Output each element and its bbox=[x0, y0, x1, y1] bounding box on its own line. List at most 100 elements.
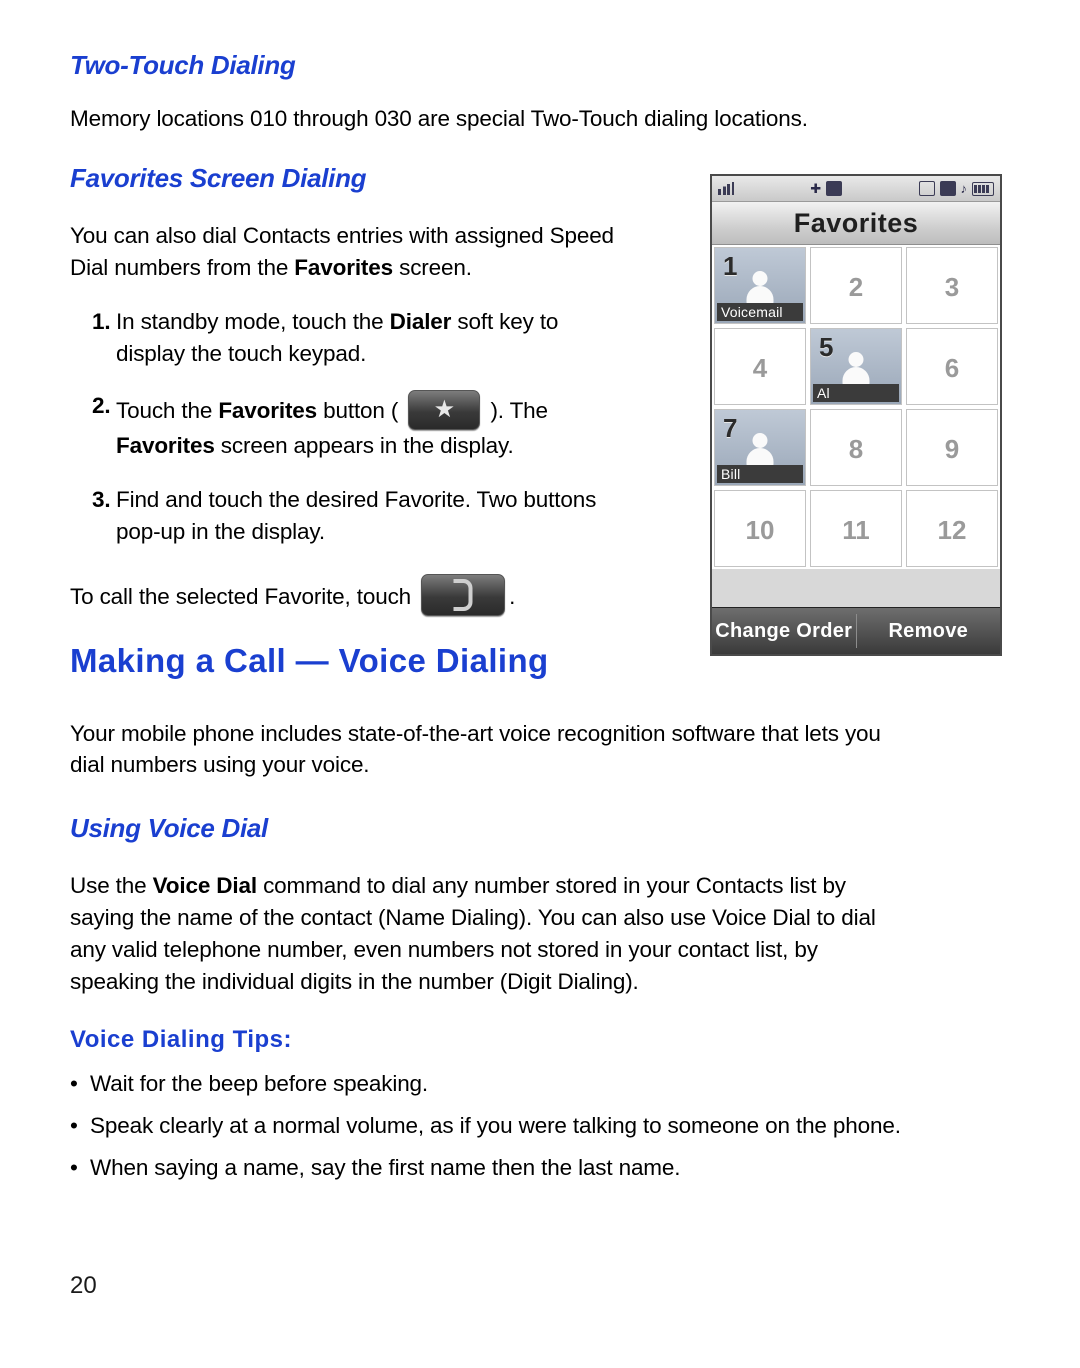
favorite-cell-3[interactable]: 3 bbox=[906, 247, 998, 324]
favorite-cell-9[interactable]: 9 bbox=[906, 409, 998, 486]
favorite-cell-8[interactable]: 8 bbox=[810, 409, 902, 486]
bullet-icon: • bbox=[70, 1155, 78, 1180]
gps-icon: ✚ bbox=[810, 181, 822, 196]
using-voice-line1-pre: Use the bbox=[70, 873, 153, 899]
favorite-cell-4[interactable]: 4 bbox=[714, 328, 806, 405]
tip-2-text: Speak clearly at a normal volume, as if … bbox=[90, 1113, 901, 1139]
list-item-step-3: 3. Find and touch the desired Favorite. … bbox=[70, 484, 690, 548]
favorites-body-line1-text: You can also dial Contacts entries with … bbox=[70, 222, 614, 248]
status-right-group: ♪ bbox=[918, 181, 994, 196]
battery-icon bbox=[972, 181, 994, 196]
step-2-mid: button ( bbox=[317, 397, 405, 423]
signal-bars-icon bbox=[718, 182, 734, 195]
page-number: 20 bbox=[70, 1272, 97, 1299]
favorites-body-line2-bold: Favorites bbox=[294, 254, 393, 280]
favorite-cell-6[interactable]: 6 bbox=[906, 328, 998, 405]
favorite-cell-1-number: 1 bbox=[723, 251, 738, 281]
favorites-grid: 1 Voicemail 2 3 4 5 Al 6 7 Bill 8 9 10 1… bbox=[712, 245, 1000, 569]
favorite-cell-3-number: 3 bbox=[944, 272, 960, 302]
alarm-icon bbox=[939, 181, 956, 196]
favorite-cell-5-label: Al bbox=[813, 384, 899, 402]
phone-softkey-bar: Change Order Remove bbox=[712, 607, 1000, 654]
using-voice-line4: speaking the individual digits in the nu… bbox=[70, 969, 639, 995]
step-1-number: 1. bbox=[92, 308, 111, 334]
favorite-cell-11-number: 11 bbox=[842, 515, 870, 545]
paragraph-using-voice-dial: Use the Voice Dial command to dial any n… bbox=[70, 870, 1010, 998]
using-voice-line3: any valid telephone number, even numbers… bbox=[70, 937, 818, 963]
favorite-cell-7-number: 7 bbox=[723, 413, 738, 443]
contact-avatar-icon bbox=[745, 433, 775, 467]
document-page: Two-Touch Dialing Memory locations 010 t… bbox=[0, 0, 1080, 1368]
status-left-group bbox=[718, 182, 734, 195]
step-2-line2-bold: Favorites bbox=[116, 432, 215, 458]
favorite-cell-7-label: Bill bbox=[717, 465, 803, 483]
phone-handset-icon bbox=[453, 578, 473, 611]
favorite-cell-10-number: 10 bbox=[745, 515, 775, 545]
favorite-cell-1-label: Voicemail bbox=[717, 303, 803, 321]
star-icon: ★ bbox=[433, 395, 456, 423]
list-item-step-1: 1. In standby mode, touch the Dialer sof… bbox=[70, 306, 690, 370]
using-voice-line2: saying the name of the contact (Name Dia… bbox=[70, 905, 876, 931]
heading-voice-dialing-tips: Voice Dialing Tips: bbox=[70, 1026, 292, 1054]
step-3-text: Find and touch the desired Favorite. Two… bbox=[116, 484, 690, 548]
step-3-line2: pop-up in the display. bbox=[116, 518, 325, 544]
paragraph-favorites-body-line2: Dial numbers from the Favorites screen. bbox=[70, 252, 690, 284]
step-2-number: 2. bbox=[92, 392, 111, 418]
list-item-tip-3: • When saying a name, say the first name… bbox=[70, 1152, 1010, 1184]
step-2-text: Touch the Favorites button ( ★ ). The Fa… bbox=[116, 389, 690, 462]
phone-status-bar: ✚ ♪ bbox=[712, 176, 1000, 202]
softkey-change-order[interactable]: Change Order bbox=[712, 620, 856, 643]
chapter-body-line2: dial numbers using your voice. bbox=[70, 752, 370, 778]
message-icon bbox=[918, 181, 935, 196]
favorite-cell-5[interactable]: 5 Al bbox=[810, 328, 902, 405]
favorite-cell-6-number: 6 bbox=[944, 353, 960, 383]
favorite-cell-1[interactable]: 1 Voicemail bbox=[714, 247, 806, 324]
paragraph-call-favorite: To call the selected Favorite, touch . bbox=[70, 573, 690, 616]
contact-avatar-icon bbox=[745, 271, 775, 305]
favorite-cell-9-number: 9 bbox=[944, 434, 960, 464]
call-favorite-pre: To call the selected Favorite, touch bbox=[70, 583, 412, 609]
favorite-cell-10[interactable]: 10 bbox=[714, 490, 806, 567]
list-item-tip-1: • Wait for the beep before speaking. bbox=[70, 1068, 1010, 1100]
softkey-remove[interactable]: Remove bbox=[857, 620, 1001, 643]
using-voice-line1-bold: Voice Dial bbox=[152, 873, 258, 899]
favorites-body-line2-post: screen. bbox=[393, 254, 472, 280]
step-3-line1: Find and touch the desired Favorite. Two… bbox=[116, 486, 597, 512]
step-1-text: In standby mode, touch the Dialer soft k… bbox=[116, 306, 690, 370]
step-2-post: ). The bbox=[484, 397, 548, 423]
music-note-icon: ♪ bbox=[960, 181, 968, 196]
list-item-step-2: 2. Touch the Favorites button ( ★ ). The… bbox=[70, 389, 690, 462]
step-2-pre: Touch the bbox=[116, 397, 219, 423]
heading-two-touch-dialing: Two-Touch Dialing bbox=[70, 50, 296, 80]
step-1-line2: display the touch keypad. bbox=[116, 340, 367, 366]
paragraph-favorites-body-line1: You can also dial Contacts entries with … bbox=[70, 220, 690, 252]
favorite-cell-2[interactable]: 2 bbox=[810, 247, 902, 324]
favorite-cell-7[interactable]: 7 Bill bbox=[714, 409, 806, 486]
step-2-line2-post: screen appears in the display. bbox=[214, 432, 514, 458]
favorite-cell-11[interactable]: 11 bbox=[810, 490, 902, 567]
bullet-icon: • bbox=[70, 1113, 78, 1139]
phone-screenshot-figure: ✚ ♪ Favorites 1 Voicemail 2 3 4 5 Al 6 7… bbox=[710, 174, 1002, 656]
contact-avatar-icon bbox=[841, 352, 871, 386]
favorite-cell-4-number: 4 bbox=[752, 353, 768, 383]
paragraph-two-touch-body: Memory locations 010 through 030 are spe… bbox=[70, 106, 808, 131]
phone-title-bar: Favorites bbox=[712, 202, 1000, 245]
step-1-post: soft key to bbox=[451, 308, 559, 334]
favorites-body-line2-pre: Dial numbers from the bbox=[70, 254, 295, 280]
paragraph-chapter-body: Your mobile phone includes state-of-the-… bbox=[70, 718, 1010, 782]
favorites-star-button-icon: ★ bbox=[408, 389, 481, 430]
step-1-pre: In standby mode, touch the bbox=[116, 308, 390, 334]
favorite-cell-12[interactable]: 12 bbox=[906, 490, 998, 567]
call-favorite-post: . bbox=[509, 583, 516, 609]
favorite-cell-2-number: 2 bbox=[848, 272, 864, 302]
step-1-bold: Dialer bbox=[389, 308, 452, 334]
call-button-icon bbox=[421, 573, 506, 616]
favorite-cell-8-number: 8 bbox=[848, 434, 864, 464]
step-2-bold: Favorites bbox=[218, 397, 318, 423]
heading-using-voice-dial: Using Voice Dial bbox=[70, 813, 268, 844]
favorite-cell-5-number: 5 bbox=[819, 332, 834, 362]
list-item-tip-2: • Speak clearly at a normal volume, as i… bbox=[70, 1110, 1010, 1142]
step-3-number: 3. bbox=[92, 486, 111, 512]
tip-3-text: When saying a name, say the first name t… bbox=[90, 1155, 681, 1180]
chapter-body-line1: Your mobile phone includes state-of-the-… bbox=[70, 720, 881, 746]
